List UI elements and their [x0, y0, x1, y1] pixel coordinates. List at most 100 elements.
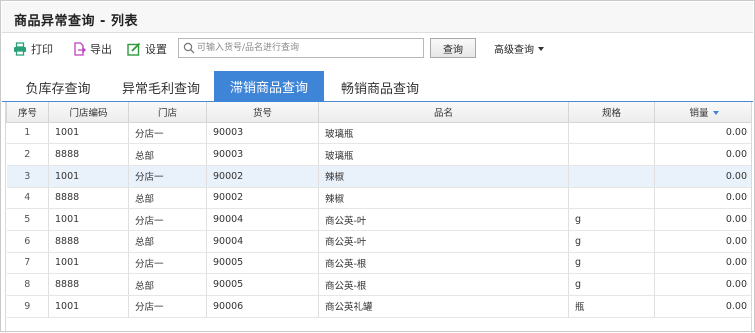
cell-spec: g — [568, 252, 655, 275]
export-button[interactable]: 导出 — [72, 41, 112, 57]
col-header-sales[interactable]: 销量 — [654, 102, 751, 123]
cell-sales: 0.00 — [654, 187, 751, 210]
cell-sales: 0.00 — [654, 143, 751, 166]
cell-store: 总部 — [128, 187, 207, 210]
cell-spec: g — [568, 273, 655, 296]
cell-sales: 0.00 — [654, 252, 751, 275]
cell-product-name: 商公英-根 — [318, 273, 569, 296]
cell-index: 9 — [6, 295, 49, 318]
cell-product-name: 辣椒 — [318, 187, 569, 210]
search-box — [178, 38, 424, 58]
table-row[interactable]: 3 1001 分店一 90002 辣椒 0.00 — [6, 165, 751, 188]
cell-store-code: 8888 — [48, 230, 129, 253]
col-header-sales-label: 销量 — [689, 107, 709, 119]
settings-label: 设置 — [145, 43, 167, 56]
cell-item-no: 90005 — [206, 273, 319, 296]
table-header-row: 序号 门店编码 门店 货号 品名 规格 销量 — [6, 102, 751, 123]
settings-button[interactable]: 设置 — [127, 41, 167, 57]
table-row[interactable]: 9 1001 分店一 90006 商公英礼罐 瓶 0.00 — [6, 295, 751, 318]
cell-store-code: 1001 — [48, 252, 129, 275]
table-row[interactable]: 1 1001 分店一 90003 玻璃瓶 0.00 — [6, 122, 751, 145]
search-input[interactable] — [197, 40, 417, 56]
cell-sales: 0.00 — [654, 295, 751, 318]
query-button[interactable]: 查询 — [430, 38, 476, 58]
cell-store-code: 8888 — [48, 187, 129, 210]
table-row[interactable]: 6 8888 总部 90004 商公英-叶 g 0.00 — [6, 230, 751, 253]
cell-item-no: 90002 — [206, 165, 319, 188]
advanced-search-dropdown[interactable]: 高级查询 — [494, 41, 544, 56]
cell-product-name: 玻璃瓶 — [318, 122, 569, 145]
cell-spec — [568, 143, 655, 166]
col-header-store-code[interactable]: 门店编码 — [48, 102, 129, 123]
cell-product-name: 商公英礼罐 — [318, 295, 569, 318]
toolbar: 打印 导出 设置 可输入货号/品名进行查询 查询 高级查询 — [2, 34, 753, 64]
cell-store: 分店一 — [128, 252, 207, 275]
cell-index: 7 — [6, 252, 49, 275]
cell-index: 3 — [6, 165, 49, 188]
cell-item-no: 90003 — [206, 143, 319, 166]
cell-spec: g — [568, 208, 655, 231]
cell-spec — [568, 165, 655, 188]
cell-item-no: 90002 — [206, 187, 319, 210]
table-row[interactable]: 4 8888 总部 90002 辣椒 0.00 — [6, 187, 751, 210]
tab-best-selling[interactable]: 畅销商品查询 — [328, 73, 432, 102]
col-header-item-no[interactable]: 货号 — [206, 102, 319, 123]
table-row[interactable]: 8 8888 总部 90005 商公英-根 g 0.00 — [6, 273, 751, 296]
cell-index: 1 — [6, 122, 49, 145]
cell-sales: 0.00 — [654, 273, 751, 296]
cell-spec: 瓶 — [568, 295, 655, 318]
export-label: 导出 — [90, 43, 112, 56]
cell-store-code: 8888 — [48, 143, 129, 166]
cell-product-name: 商公英-根 — [318, 252, 569, 275]
print-label: 打印 — [31, 43, 53, 56]
cell-store: 分店一 — [128, 165, 207, 188]
cell-product-name: 商公英-叶 — [318, 208, 569, 231]
cell-store-code: 1001 — [48, 295, 129, 318]
cell-store-code: 8888 — [48, 273, 129, 296]
col-header-product-name[interactable]: 品名 — [318, 102, 569, 123]
caret-down-icon — [538, 46, 544, 51]
col-header-spec[interactable]: 规格 — [568, 102, 655, 123]
tab-abnormal-margin[interactable]: 异常毛利查询 — [110, 73, 212, 102]
cell-index: 2 — [6, 143, 49, 166]
col-header-store[interactable]: 门店 — [128, 102, 207, 123]
cell-spec — [568, 122, 655, 145]
cell-item-no: 90005 — [206, 252, 319, 275]
cell-product-name: 辣椒 — [318, 165, 569, 188]
cell-item-no: 90004 — [206, 230, 319, 253]
cell-sales: 0.00 — [654, 165, 751, 188]
main-window: 商品异常查询 - 列表 打印 导出 设置 可输入货号/品名进行查询 查询 高级查… — [0, 0, 755, 333]
title-bar: 商品异常查询 - 列表 — [2, 2, 753, 33]
col-header-index[interactable]: 序号 — [6, 102, 49, 123]
cell-store: 分店一 — [128, 295, 207, 318]
cell-product-name: 商公英-叶 — [318, 230, 569, 253]
edit-settings-icon — [127, 42, 141, 56]
cell-sales: 0.00 — [654, 208, 751, 231]
sort-desc-icon — [712, 111, 719, 116]
cell-store-code: 1001 — [48, 122, 129, 145]
cell-spec — [568, 187, 655, 210]
cell-store: 总部 — [128, 230, 207, 253]
cell-index: 6 — [6, 230, 49, 253]
cell-index: 8 — [6, 273, 49, 296]
tab-bar: 负库存查询 异常毛利查询 滞销商品查询 畅销商品查询 — [2, 71, 753, 102]
cell-index: 4 — [6, 187, 49, 210]
tab-negative-stock[interactable]: 负库存查询 — [11, 73, 105, 102]
cell-store-code: 1001 — [48, 208, 129, 231]
cell-store-code: 1001 — [48, 165, 129, 188]
data-grid: 序号 门店编码 门店 货号 品名 规格 销量 1 1001 分店一 90003 … — [5, 102, 752, 333]
table-row[interactable]: 2 8888 总部 90003 玻璃瓶 0.00 — [6, 143, 751, 166]
print-button[interactable]: 打印 — [13, 41, 53, 57]
table-row[interactable]: 7 1001 分店一 90005 商公英-根 g 0.00 — [6, 252, 751, 275]
table-row[interactable]: 5 1001 分店一 90004 商公英-叶 g 0.00 — [6, 208, 751, 231]
cell-store: 总部 — [128, 273, 207, 296]
cell-item-no: 90004 — [206, 208, 319, 231]
tab-slow-moving[interactable]: 滞销商品查询 — [214, 71, 324, 102]
cell-item-no: 90003 — [206, 122, 319, 145]
search-icon — [183, 42, 195, 54]
cell-product-name: 玻璃瓶 — [318, 143, 569, 166]
page-title: 商品异常查询 - 列表 — [14, 14, 138, 29]
cell-sales: 0.00 — [654, 230, 751, 253]
cell-sales: 0.00 — [654, 122, 751, 145]
advanced-search-label: 高级查询 — [494, 45, 534, 56]
